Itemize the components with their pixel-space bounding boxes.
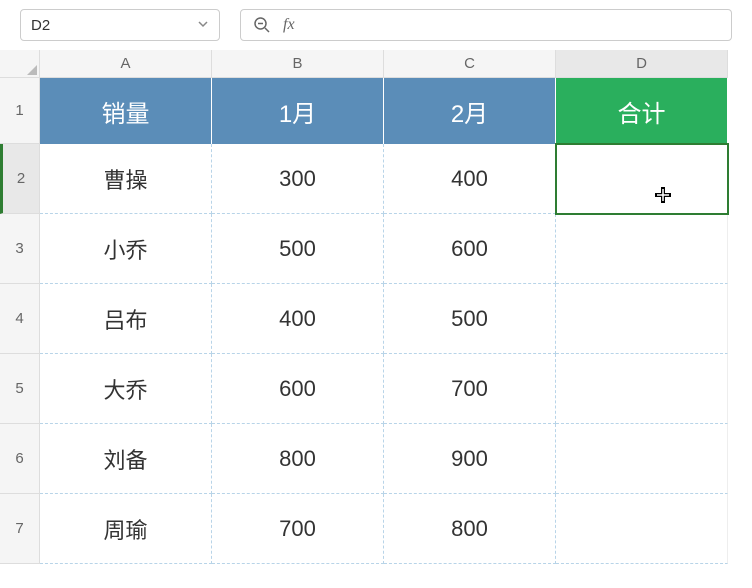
name-box-value: D2 (31, 17, 50, 34)
cell-c7[interactable]: 800 (384, 494, 556, 564)
cell-c4[interactable]: 500 (384, 284, 556, 354)
col-header-b[interactable]: B (212, 50, 384, 78)
cell-c3[interactable]: 600 (384, 214, 556, 284)
table-row: 周瑜 700 800 (40, 494, 728, 564)
cell-d3[interactable] (556, 214, 728, 284)
cell-a7[interactable]: 周瑜 (40, 494, 212, 564)
col-header-a[interactable]: A (40, 50, 212, 78)
col-header-c[interactable]: C (384, 50, 556, 78)
table-row: 大乔 600 700 (40, 354, 728, 424)
cells-area: 销量 1月 2月 合计 曹操 300 400 小乔 500 600 吕布 40 (40, 78, 728, 564)
row-header-3[interactable]: 3 (0, 214, 40, 284)
cell-b6[interactable]: 800 (212, 424, 384, 494)
cell-c5[interactable]: 700 (384, 354, 556, 424)
cell-a6[interactable]: 刘备 (40, 424, 212, 494)
cell-d5[interactable] (556, 354, 728, 424)
row-header-4[interactable]: 4 (0, 284, 40, 354)
table-row: 曹操 300 400 (40, 144, 728, 214)
toolbar: D2 fx (0, 0, 752, 50)
row-header-6[interactable]: 6 (0, 424, 40, 494)
cell-a1[interactable]: 销量 (40, 78, 212, 144)
fx-icon[interactable]: fx (283, 16, 295, 34)
row-headers: 1 2 3 4 5 6 7 (0, 78, 40, 564)
col-header-d[interactable]: D (556, 50, 728, 78)
zoom-out-icon[interactable] (253, 16, 271, 34)
row-header-1[interactable]: 1 (0, 78, 40, 144)
table-header-row: 销量 1月 2月 合计 (40, 78, 728, 144)
cell-cursor-icon (654, 186, 672, 204)
table-row: 刘备 800 900 (40, 424, 728, 494)
cell-b5[interactable]: 600 (212, 354, 384, 424)
column-headers: A B C D (40, 50, 728, 78)
chevron-down-icon[interactable] (197, 18, 209, 33)
cell-d1[interactable]: 合计 (556, 78, 728, 144)
cell-a4[interactable]: 吕布 (40, 284, 212, 354)
name-box[interactable]: D2 (20, 9, 220, 41)
table-row: 吕布 400 500 (40, 284, 728, 354)
cell-b2[interactable]: 300 (212, 144, 384, 214)
table-row: 小乔 500 600 (40, 214, 728, 284)
cell-a2[interactable]: 曹操 (40, 144, 212, 214)
cell-c6[interactable]: 900 (384, 424, 556, 494)
cell-d2[interactable] (556, 144, 728, 214)
corner-triangle-icon (27, 65, 37, 75)
cell-d6[interactable] (556, 424, 728, 494)
cell-c1[interactable]: 2月 (384, 78, 556, 144)
cell-a3[interactable]: 小乔 (40, 214, 212, 284)
select-all-corner[interactable] (0, 50, 40, 78)
cell-a5[interactable]: 大乔 (40, 354, 212, 424)
cell-b1[interactable]: 1月 (212, 78, 384, 144)
row-header-2[interactable]: 2 (0, 144, 40, 214)
row-header-7[interactable]: 7 (0, 494, 40, 564)
cell-d7[interactable] (556, 494, 728, 564)
cell-b3[interactable]: 500 (212, 214, 384, 284)
cell-c2[interactable]: 400 (384, 144, 556, 214)
cell-d4[interactable] (556, 284, 728, 354)
formula-bar[interactable]: fx (240, 9, 732, 41)
cell-b7[interactable]: 700 (212, 494, 384, 564)
row-header-5[interactable]: 5 (0, 354, 40, 424)
cell-b4[interactable]: 400 (212, 284, 384, 354)
